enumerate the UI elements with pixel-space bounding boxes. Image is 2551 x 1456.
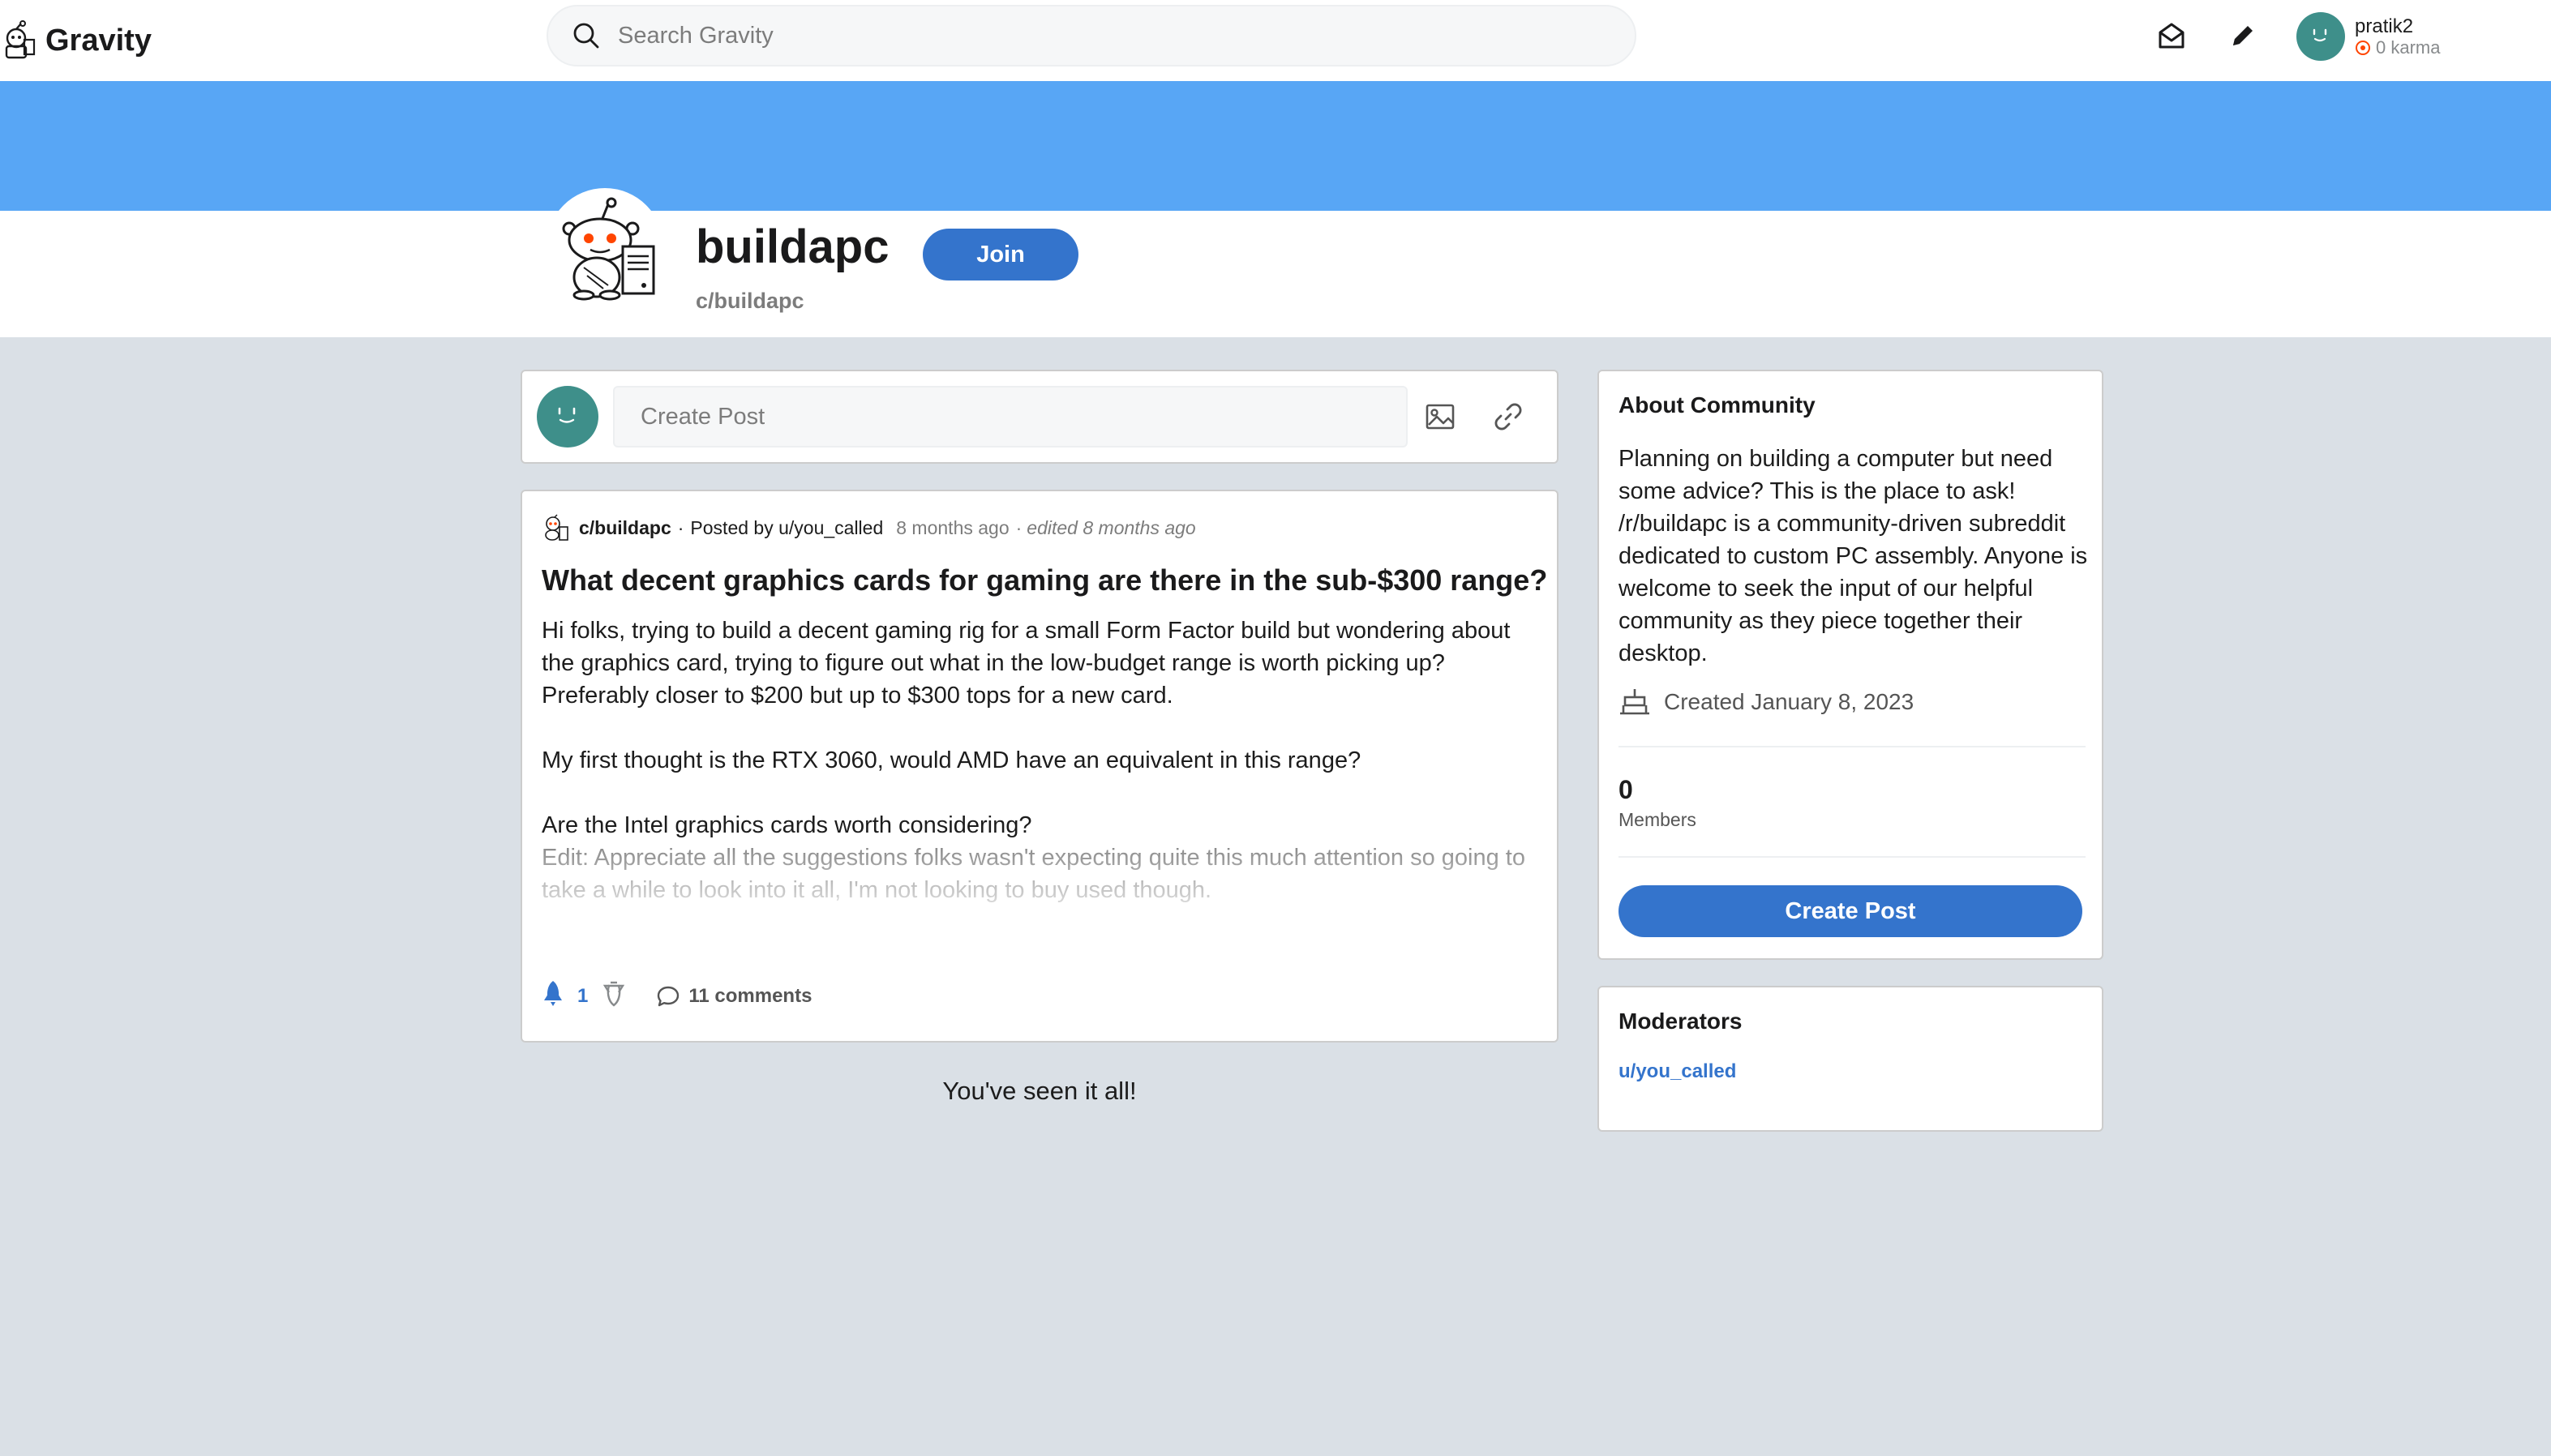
divider	[1618, 856, 2086, 858]
search-icon	[573, 23, 599, 49]
post-paragraph: Edit: Appreciate all the suggestions fol…	[542, 845, 1525, 903]
search-input[interactable]	[616, 21, 1589, 50]
inbox-button[interactable]	[2154, 18, 2189, 54]
upvote-rocket-icon	[544, 981, 562, 1006]
moderators-card: Moderators u/you_called	[1597, 986, 2103, 1132]
cake-icon	[1620, 689, 1649, 715]
post-paragraph: My first thought is the RTX 3060, would …	[542, 747, 1361, 773]
downvote-rocket-icon	[603, 981, 625, 1007]
moderators-heading: Moderators	[1618, 1008, 1743, 1034]
divider	[1618, 746, 2086, 747]
app-name: Gravity	[45, 23, 152, 58]
image-icon	[1426, 404, 1455, 430]
community-mascot-icon	[545, 514, 568, 541]
community-header	[0, 211, 2551, 337]
created-text: Created January 8, 2023	[1664, 689, 1914, 714]
top-navbar: Gravity pratik2	[0, 0, 2551, 81]
karma-text: 0 karma	[2376, 37, 2441, 58]
post-paragraph: Are the Intel graphics cards worth consi…	[542, 812, 1032, 838]
member-label: Members	[1618, 809, 1696, 830]
post-time: 8 months ago	[896, 516, 1010, 538]
created-date: Created January 8, 2023	[1618, 687, 1914, 717]
comments-button[interactable]: 11 comments	[656, 984, 812, 1008]
comment-icon	[658, 986, 680, 1006]
post-title[interactable]: What decent graphics cards for gaming ar…	[542, 563, 1547, 597]
avatar-face-icon	[537, 386, 576, 423]
community-banner	[0, 81, 2551, 211]
home-link[interactable]: Gravity	[0, 16, 152, 65]
karma-icon	[2356, 40, 2370, 55]
post-edit-note: Edit: Appreciate all the suggestions fol…	[542, 841, 1539, 906]
vote-count: 1	[577, 984, 589, 1007]
create-post-nav-button[interactable]	[2225, 18, 2261, 54]
comment-count: 11 comments	[688, 984, 812, 1007]
about-community-card: About Community Planning on building a c…	[1597, 370, 2103, 960]
post-card[interactable]: c/buildapc · Posted by u/you_called 8 mo…	[521, 490, 1558, 1043]
feed-end-message: You've seen it all!	[942, 1077, 1137, 1105]
post-community-link[interactable]: c/buildapc	[579, 517, 671, 539]
username: pratik2	[2355, 15, 2414, 37]
user-menu[interactable]: pratik2 0 karma	[2296, 8, 2440, 65]
community-mascot-icon	[562, 197, 655, 301]
meta-separator: ·	[1015, 516, 1023, 538]
current-user-avatar	[537, 386, 598, 448]
search-bar[interactable]	[547, 5, 1636, 66]
upvote-button[interactable]	[542, 979, 564, 1013]
post-meta: c/buildapc · Posted by u/you_called 8 mo…	[542, 514, 1196, 542]
link-icon	[1494, 403, 1522, 430]
user-avatar	[2296, 12, 2345, 61]
user-meta: pratik2 0 karma	[2355, 15, 2440, 58]
downvote-button[interactable]	[602, 979, 625, 1013]
community-handle: c/buildapc	[696, 289, 804, 313]
gravity-logo-icon	[5, 20, 36, 59]
inbox-icon	[2159, 23, 2184, 49]
pencil-icon	[2233, 26, 2253, 45]
post-edited: edited 8 months ago	[1027, 516, 1196, 538]
post-actions: 1 11 comments	[542, 979, 812, 1013]
sidebar-create-post-button[interactable]: Create Post	[1618, 885, 2082, 937]
post-body: Hi folks, trying to build a decent gamin…	[542, 615, 1539, 874]
about-heading: About Community	[1618, 392, 1816, 418]
avatar-face-icon	[2296, 12, 2327, 42]
post-paragraph: Hi folks, trying to build a decent gamin…	[542, 618, 1511, 709]
community-title: buildapc	[696, 221, 890, 273]
karma-indicator: 0 karma	[2355, 37, 2440, 58]
join-button[interactable]: Join	[923, 229, 1078, 280]
create-post-bar	[521, 370, 1558, 464]
link-post-button[interactable]	[1489, 397, 1528, 436]
moderator-link[interactable]: u/you_called	[1618, 1060, 1736, 1083]
community-avatar	[547, 188, 663, 305]
post-author[interactable]: Posted by u/you_called	[690, 517, 883, 539]
create-post-input[interactable]	[613, 386, 1408, 448]
meta-separator: ·	[677, 516, 684, 538]
member-count: 0	[1618, 775, 1633, 804]
about-description: Planning on building a computer but need…	[1618, 446, 2088, 666]
image-post-button[interactable]	[1421, 397, 1460, 436]
